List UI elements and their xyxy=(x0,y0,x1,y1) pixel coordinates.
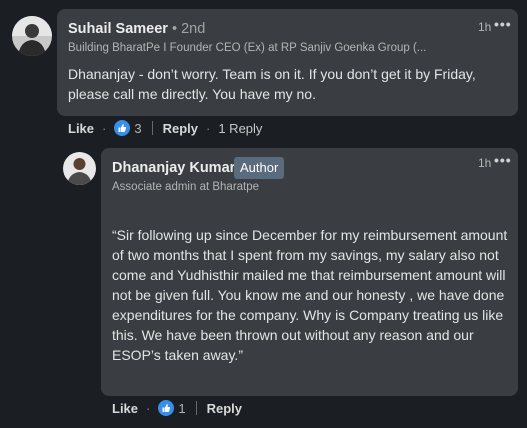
ellipsis-icon[interactable]: ••• xyxy=(494,16,512,32)
separator-dot: · xyxy=(206,120,211,136)
author-headline: Building BharatPe I Founder CEO (Ex) at … xyxy=(68,42,427,54)
divider xyxy=(195,401,197,415)
author-badge: Author xyxy=(234,157,285,179)
reply-button[interactable]: Reply xyxy=(163,121,198,136)
comment-author[interactable]: Suhail Sameer • 2nd xyxy=(68,21,205,37)
avatar-suhail[interactable] xyxy=(12,16,52,56)
comment-bubble: Suhail Sameer • 2nd Building BharatPe I … xyxy=(57,9,518,116)
reply-button[interactable]: Reply xyxy=(207,401,242,416)
reply-author[interactable]: Dhananjay Kumar xyxy=(112,160,235,176)
like-button[interactable]: Like xyxy=(112,401,138,416)
separator-dot: · xyxy=(102,120,107,136)
thumbs-up-icon[interactable] xyxy=(158,400,175,416)
ellipsis-icon[interactable]: ••• xyxy=(494,152,512,168)
reply-time: 1h xyxy=(478,156,492,170)
profile-photo-icon xyxy=(63,152,96,185)
like-button[interactable]: Like xyxy=(68,121,94,136)
comment-actions: Like · 3 Reply · 1 Reply xyxy=(68,119,262,137)
reaction-count[interactable]: 1 xyxy=(178,401,185,416)
avatar-dhananjay[interactable] xyxy=(63,152,96,185)
comment-time: 1h xyxy=(478,20,492,34)
reaction-count[interactable]: 3 xyxy=(134,121,141,136)
reply-text: “Sir following up since December for my … xyxy=(112,227,508,363)
reply-bubble: Dhananjay Kumar Author Associate admin a… xyxy=(101,148,518,396)
divider xyxy=(151,121,153,135)
separator-dot: · xyxy=(146,400,151,416)
replies-count-link[interactable]: 1 Reply xyxy=(218,121,262,136)
thumbs-up-icon[interactable] xyxy=(114,120,131,136)
profile-photo-icon xyxy=(12,16,52,56)
comment-text: Dhananjay - don’t worry. Team is on it. … xyxy=(68,66,476,102)
author-name[interactable]: Suhail Sameer xyxy=(68,21,168,37)
author-headline: Associate admin at Bharatpe xyxy=(112,181,260,193)
reply-actions: Like · 1 Reply xyxy=(112,399,242,417)
connection-degree: 2nd xyxy=(181,21,206,37)
